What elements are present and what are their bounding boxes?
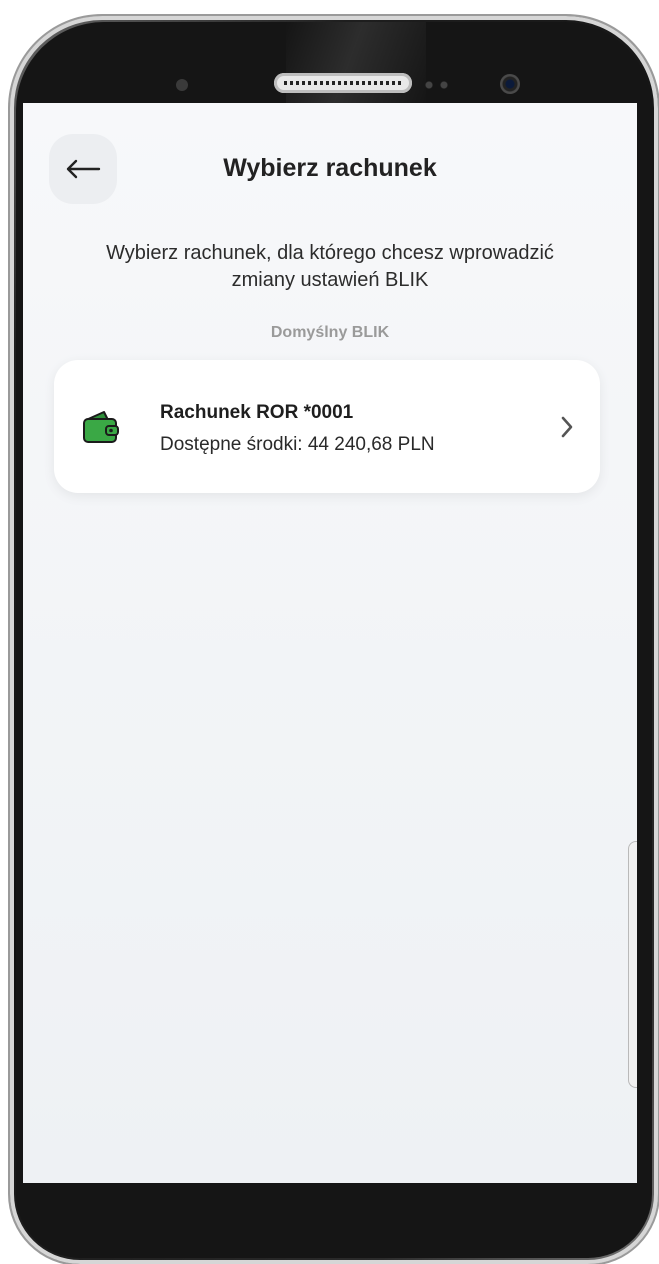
section-label-default-blik: Domyślny BLIK	[270, 324, 390, 341]
sensor-dots	[424, 80, 454, 90]
proximity-sensor	[176, 79, 188, 91]
bezel-glare	[286, 22, 426, 112]
scrollbar[interactable]	[628, 841, 637, 1088]
account-name: Rachunek ROR *0001	[160, 402, 354, 423]
account-card[interactable]: Rachunek ROR *0001 Dostępne środki: 44 2…	[54, 360, 600, 493]
page-description: Wybierz rachunek, dla którego chcesz wpr…	[106, 242, 554, 291]
app-screen: Wybierz rachunek Wybierz rachunek, dla k…	[23, 103, 637, 1183]
wallet-icon	[83, 411, 119, 443]
front-camera	[500, 74, 520, 94]
account-balance: Dostępne środki: 44 240,68 PLN	[160, 434, 435, 455]
earpiece-speaker	[274, 73, 412, 93]
chevron-right-icon	[561, 416, 573, 438]
page-title: Wybierz rachunek	[223, 154, 437, 182]
